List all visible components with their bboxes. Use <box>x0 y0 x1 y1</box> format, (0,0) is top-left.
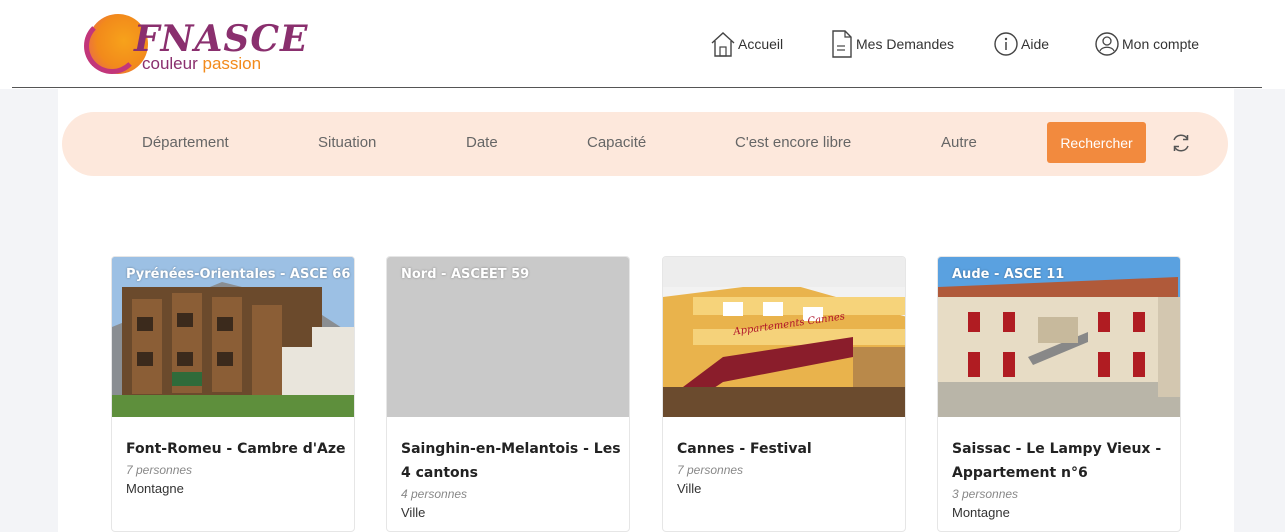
header-divider <box>12 87 1262 88</box>
header: FNASCE couleur passion Accueil Mes Deman… <box>0 0 1285 89</box>
listing-card[interactable]: Aude - ASCE 11 Saissac - Le Lampy Vieux … <box>937 256 1181 532</box>
nav-label: Aide <box>1021 36 1050 52</box>
nav-label: Mes Demandes <box>856 36 955 52</box>
listing-title[interactable]: Saissac - Le Lampy Vieux - Appartement n… <box>952 437 1172 485</box>
nav-aide[interactable]: Aide <box>993 28 1049 60</box>
filter-date[interactable]: Date <box>466 134 498 151</box>
listing-photo: Appartements Cannes <box>663 257 905 417</box>
fnasce-logo[interactable]: FNASCE couleur passion <box>84 14 308 78</box>
nav-label: Accueil <box>738 36 784 52</box>
document-icon <box>832 30 852 58</box>
listing-meta: 7 personnes Ville <box>677 461 897 496</box>
listing-title[interactable]: Sainghin-en-Melantois - Les 4 cantons <box>401 437 621 485</box>
listing-card[interactable]: Appartements Cannes Cannes - Festival 7 … <box>662 256 906 532</box>
page-margin-left <box>0 89 58 532</box>
listing-capacity: 7 personnes <box>126 463 193 477</box>
listing-capacity: 4 personnes <box>401 487 468 501</box>
listing-card[interactable]: Pyrénées-Orientales - ASCE 66 Font-Romeu… <box>111 256 355 532</box>
user-icon <box>1095 32 1119 56</box>
listing-capacity: 7 personnes <box>677 463 744 477</box>
listing-meta: 7 personnes Montagne <box>126 461 346 496</box>
listing-region-tag: Aude - ASCE 11 <box>952 267 1065 282</box>
filter-encore-libre[interactable]: C'est encore libre <box>735 134 851 151</box>
listing-meta: 4 personnes Ville <box>401 485 621 520</box>
listing-title[interactable]: Cannes - Festival <box>677 437 897 461</box>
listing-type: Montagne <box>952 505 1010 520</box>
filter-departement[interactable]: Département <box>142 134 229 151</box>
listing-region-tag: Pyrénées-Orientales - ASCE 66 <box>126 267 351 282</box>
nav-label: Mon compte <box>1122 36 1200 52</box>
listing-region-tag: Nord - ASCEET 59 <box>401 267 530 282</box>
filter-autre[interactable]: Autre <box>941 134 977 151</box>
refresh-icon[interactable] <box>1170 132 1192 154</box>
filter-capacite[interactable]: Capacité <box>587 134 646 151</box>
listing-capacity: 3 personnes <box>952 487 1019 501</box>
listing-meta: 3 personnes Montagne <box>952 485 1172 520</box>
home-icon <box>711 32 735 57</box>
nav-accueil[interactable]: Accueil <box>710 28 783 60</box>
logo-ring <box>84 18 140 74</box>
listing-title[interactable]: Font-Romeu - Cambre d'Aze <box>126 437 346 461</box>
filter-bar: Département Situation Date Capacité C'es… <box>62 112 1228 176</box>
page-margin-right <box>1234 89 1285 532</box>
search-button[interactable]: Rechercher <box>1047 122 1146 163</box>
listing-card[interactable]: Nord - ASCEET 59 Sainghin-en-Melantois -… <box>386 256 630 532</box>
listing-type: Montagne <box>126 481 184 496</box>
listing-type: Ville <box>677 481 702 496</box>
nav-mes-demandes[interactable]: Mes Demandes <box>830 28 954 60</box>
info-icon <box>994 32 1018 56</box>
nav-mon-compte[interactable]: Mon compte <box>1094 28 1199 60</box>
filter-situation[interactable]: Situation <box>318 134 376 151</box>
logo-tagline: couleur passion <box>142 54 262 73</box>
listing-type: Ville <box>401 505 426 520</box>
